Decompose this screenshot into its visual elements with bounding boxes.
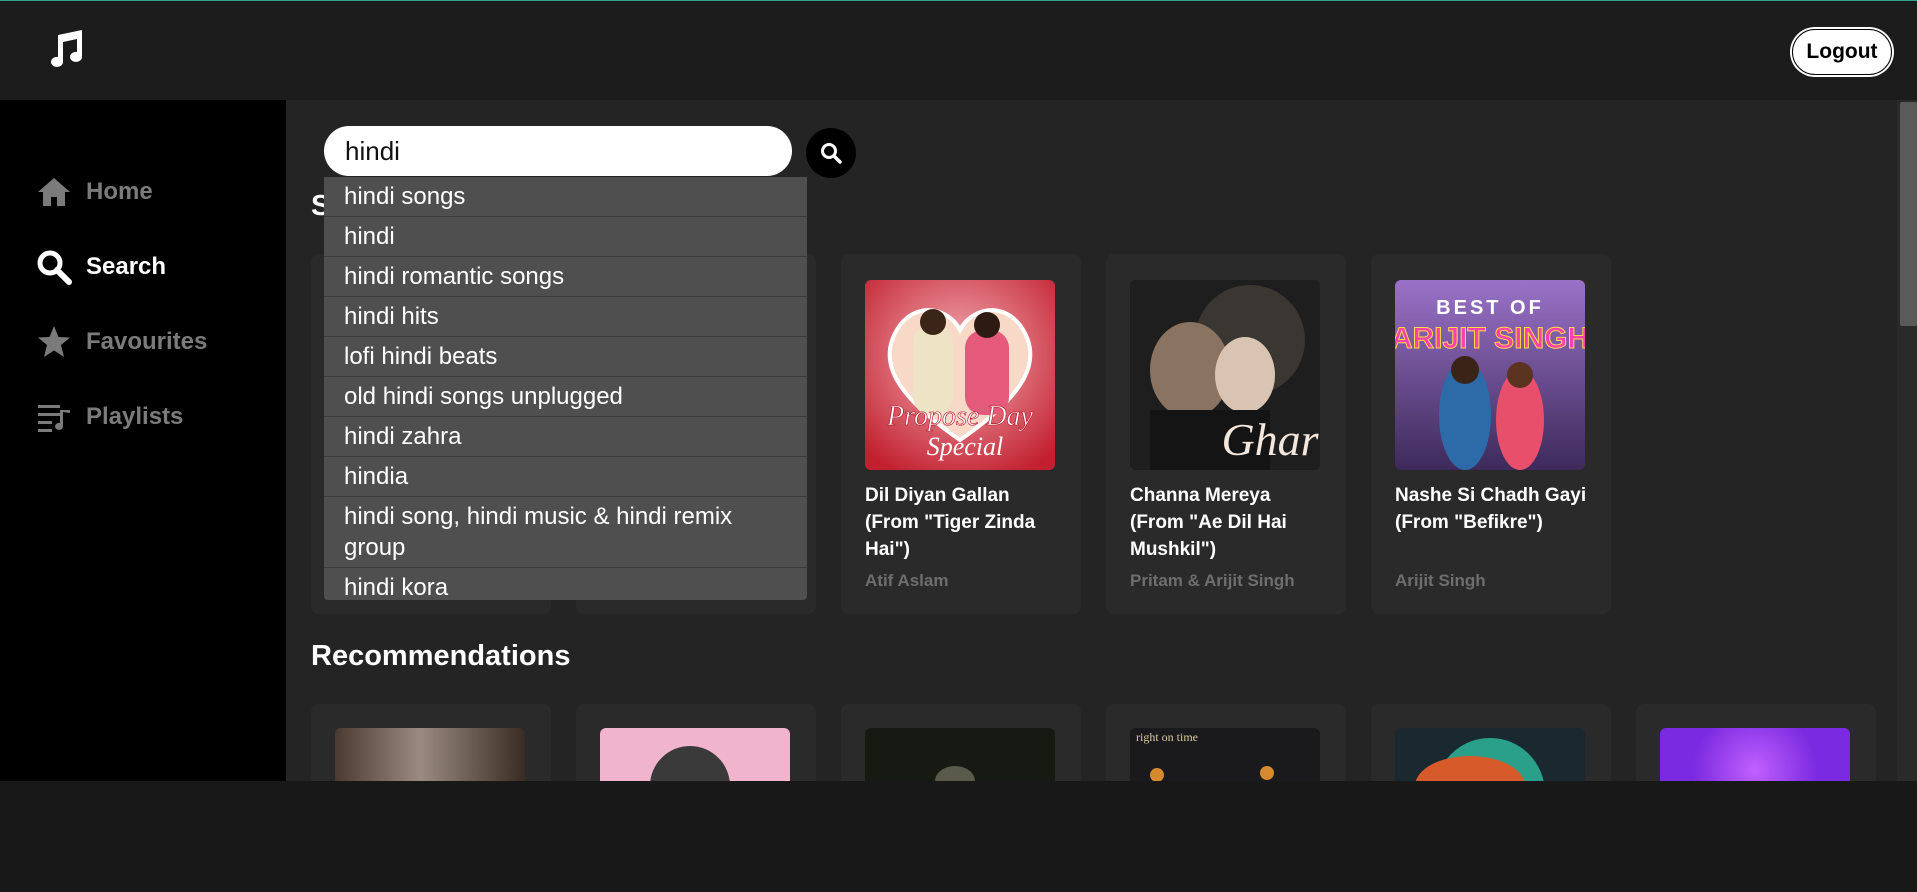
suggestion-item[interactable]: hindi songs <box>324 177 807 217</box>
app-logo[interactable] <box>0 1 286 100</box>
album-art <box>1395 728 1585 781</box>
song-card[interactable]: BEST OF ARIJIT SINGH Nashe Si Chadh Gayi… <box>1371 254 1611 614</box>
suggestion-item[interactable]: hindi kora <box>324 568 807 600</box>
song-card[interactable]: Propose Day Special Dil Diyan Gallan (Fr… <box>841 254 1081 614</box>
recommendation-card[interactable] <box>1371 704 1611 781</box>
svg-text:Special: Special <box>927 432 1004 461</box>
suggestion-item[interactable]: hindi zahra <box>324 417 807 457</box>
sidebar-item-label: Favourites <box>86 328 208 355</box>
song-artist: Atif Aslam <box>865 571 949 590</box>
song-title: Nashe Si Chadh Gayi (From "Befikre") <box>1395 485 1587 533</box>
search-suggestions-dropdown: hindi songs hindi hindi romantic songs h… <box>324 177 807 600</box>
player-bar <box>0 781 1917 892</box>
suggestion-item[interactable]: hindi <box>324 217 807 257</box>
sidebar-item-playlists[interactable]: Playlists <box>36 397 183 437</box>
search-button[interactable] <box>806 128 856 178</box>
song-artist: Pritam & Arijit Singh <box>1130 571 1295 590</box>
album-art: right on time <box>1130 728 1320 781</box>
suggestion-item[interactable]: hindi song, hindi music & hindi remix gr… <box>324 497 807 568</box>
album-art: Ghar <box>1130 280 1320 470</box>
svg-text:BEST OF: BEST OF <box>1436 297 1544 319</box>
music-note-icon <box>51 30 82 67</box>
album-art <box>1660 728 1850 781</box>
recommendation-card[interactable] <box>311 704 551 781</box>
sidebar-item-label: Search <box>86 253 167 280</box>
album-art <box>600 728 790 781</box>
suggestion-item[interactable]: old hindi songs unplugged <box>324 377 807 417</box>
recommendation-card[interactable] <box>576 704 816 781</box>
suggestion-item[interactable]: hindia <box>324 457 807 497</box>
song-card[interactable]: Ghar Channa Mereya (From "Ae Dil Hai Mus… <box>1106 254 1346 614</box>
search-input[interactable] <box>324 126 792 176</box>
suggestion-item[interactable]: lofi hindi beats <box>324 337 807 377</box>
sidebar-item-home[interactable]: Home <box>36 172 153 212</box>
recommendation-card[interactable] <box>1636 704 1876 781</box>
suggestion-item[interactable]: hindi romantic songs <box>324 257 807 297</box>
sidebar-item-search[interactable]: Search <box>36 247 166 287</box>
home-icon <box>36 174 72 210</box>
sidebar-item-favourites[interactable]: Favourites <box>36 322 207 362</box>
recommendations-title: Recommendations <box>311 640 571 672</box>
logout-button[interactable]: Logout <box>1792 29 1892 75</box>
sidebar-item-label: Playlists <box>86 403 184 430</box>
album-art-text: Propose Day <box>886 401 1034 432</box>
search-icon <box>821 143 842 164</box>
scrollbar-thumb[interactable] <box>1900 102 1917 326</box>
svg-text:ARIJIT SINGH: ARIJIT SINGH <box>1395 322 1585 355</box>
album-art <box>865 728 1055 781</box>
playlist-icon <box>36 399 72 435</box>
svg-text:Ghar: Ghar <box>1221 414 1319 465</box>
album-art <box>335 728 525 781</box>
sidebar-item-label: Home <box>86 178 153 205</box>
album-art: Propose Day Special <box>865 280 1055 470</box>
top-header <box>286 1 1917 100</box>
sidebar: Home Search Favourites Playlists <box>0 100 286 781</box>
song-title: Dil Diyan Gallan (From "Tiger Zinda Hai"… <box>865 485 1036 560</box>
album-art-text: right on time <box>1136 730 1198 744</box>
song-title: Channa Mereya (From "Ae Dil Hai Mushkil"… <box>1130 485 1287 560</box>
album-art: BEST OF ARIJIT SINGH <box>1395 280 1585 470</box>
recommendation-card[interactable] <box>841 704 1081 781</box>
song-artist: Arijit Singh <box>1395 571 1486 590</box>
search-icon <box>36 249 72 285</box>
star-icon <box>36 324 72 360</box>
recommendation-card[interactable]: right on time <box>1106 704 1346 781</box>
suggestion-item[interactable]: hindi hits <box>324 297 807 337</box>
